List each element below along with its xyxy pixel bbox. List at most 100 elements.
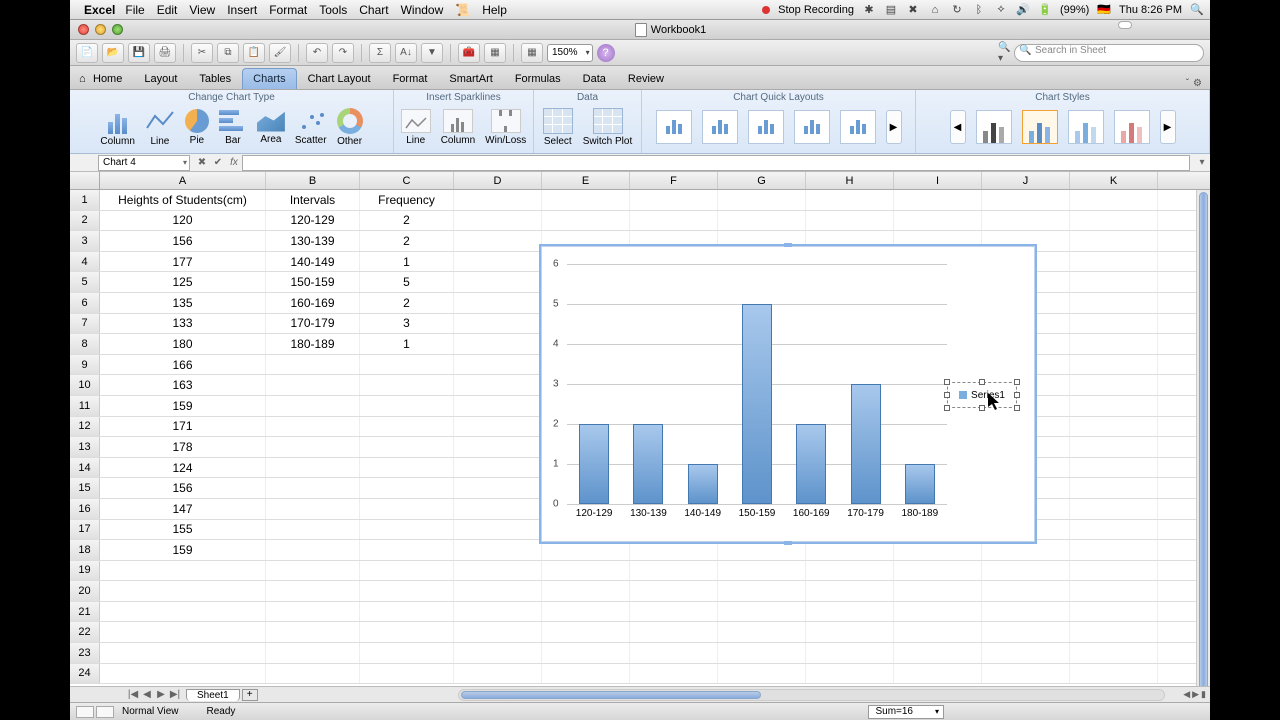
column-header[interactable]: C [360, 172, 454, 189]
row-header[interactable]: 21 [70, 602, 100, 622]
cell[interactable] [454, 252, 542, 272]
cell[interactable] [1070, 314, 1158, 334]
cell[interactable] [894, 211, 982, 231]
cell[interactable] [894, 643, 982, 663]
cell[interactable] [360, 643, 454, 663]
sparkline-winloss[interactable]: Win/Loss [485, 109, 526, 146]
toolbox-button[interactable]: 🧰 [458, 43, 480, 63]
cell[interactable] [360, 417, 454, 437]
help-button[interactable]: ? [597, 44, 615, 62]
cell[interactable] [806, 581, 894, 601]
script-menu-icon[interactable]: 📜 [455, 3, 470, 17]
cell[interactable] [266, 622, 360, 642]
cell[interactable] [630, 622, 718, 642]
row-header[interactable]: 22 [70, 622, 100, 642]
menu-chart[interactable]: Chart [359, 3, 388, 17]
cell[interactable]: 159 [100, 396, 266, 416]
menu-help[interactable]: Help [482, 3, 507, 17]
menu-edit[interactable]: Edit [157, 3, 178, 17]
cell[interactable] [1070, 458, 1158, 478]
cell[interactable] [718, 643, 806, 663]
cell[interactable] [360, 375, 454, 395]
chart-type-bar[interactable]: Bar [219, 109, 247, 146]
cell[interactable] [894, 622, 982, 642]
cell[interactable]: 2 [360, 293, 454, 313]
cell[interactable] [894, 602, 982, 622]
cell[interactable]: 2 [360, 211, 454, 231]
chart-resize-handle[interactable] [784, 243, 792, 247]
cell[interactable] [266, 664, 360, 684]
cell[interactable] [806, 211, 894, 231]
cell[interactable] [454, 520, 542, 540]
cell[interactable] [360, 581, 454, 601]
cell[interactable] [1070, 293, 1158, 313]
wifi-icon[interactable]: ⟡ [994, 3, 1008, 17]
cell[interactable] [454, 581, 542, 601]
cell[interactable] [360, 561, 454, 581]
cell[interactable] [360, 664, 454, 684]
cell[interactable]: 160-169 [266, 293, 360, 313]
menu-file[interactable]: File [125, 3, 144, 17]
name-box[interactable]: Chart 4 [98, 155, 190, 171]
cell[interactable]: 170-179 [266, 314, 360, 334]
cell[interactable] [1070, 417, 1158, 437]
cell[interactable] [454, 437, 542, 457]
cell[interactable] [454, 231, 542, 251]
cell[interactable]: 130-139 [266, 231, 360, 251]
cell[interactable] [718, 581, 806, 601]
toolbar-toggle-button[interactable] [1118, 21, 1132, 29]
cell[interactable] [266, 643, 360, 663]
row-header[interactable]: 6 [70, 293, 100, 313]
cell[interactable] [100, 643, 266, 663]
cell[interactable] [542, 581, 630, 601]
undo-button[interactable]: ↶ [306, 43, 328, 63]
cell[interactable] [718, 190, 806, 210]
window-zoom-button[interactable] [112, 24, 123, 35]
row-header[interactable]: 1 [70, 190, 100, 210]
format-painter-button[interactable]: 🖌 [269, 43, 291, 63]
tab-layout[interactable]: Layout [133, 68, 188, 89]
column-header[interactable]: D [454, 172, 542, 189]
cell[interactable] [1070, 478, 1158, 498]
cell[interactable]: Intervals [266, 190, 360, 210]
cell[interactable] [454, 211, 542, 231]
search-dropdown-icon[interactable]: 🔍▾ [998, 43, 1014, 63]
cell[interactable]: 120 [100, 211, 266, 231]
cell[interactable] [630, 190, 718, 210]
row-header[interactable]: 4 [70, 252, 100, 272]
autosum-button[interactable]: Σ [369, 43, 391, 63]
sparkline-column[interactable]: Column [441, 109, 475, 146]
chart-type-pie[interactable]: Pie [185, 109, 209, 146]
sheet-nav-last[interactable]: ▶| [168, 689, 182, 700]
cell[interactable] [806, 190, 894, 210]
row-header[interactable]: 12 [70, 417, 100, 437]
chart-style-option[interactable] [1022, 110, 1058, 144]
cell[interactable]: 150-159 [266, 272, 360, 292]
cell[interactable] [266, 499, 360, 519]
row-header[interactable]: 14 [70, 458, 100, 478]
row-header[interactable]: 17 [70, 520, 100, 540]
data-select[interactable]: Select [543, 108, 573, 147]
column-header[interactable]: J [982, 172, 1070, 189]
tab-tables[interactable]: Tables [188, 68, 242, 89]
volume-icon[interactable]: 🔊 [1016, 3, 1030, 17]
copy-button[interactable]: ⧉ [217, 43, 239, 63]
column-header[interactable]: K [1070, 172, 1158, 189]
cell[interactable] [806, 643, 894, 663]
hscroll-right-icon[interactable]: ▶ [1192, 689, 1199, 700]
tab-smartart[interactable]: SmartArt [438, 68, 503, 89]
stop-recording-button[interactable]: Stop Recording [778, 4, 854, 16]
cell[interactable] [982, 581, 1070, 601]
column-header[interactable]: G [718, 172, 806, 189]
print-button[interactable]: 🖨 [154, 43, 176, 63]
cell[interactable] [1070, 643, 1158, 663]
chart-bar[interactable] [579, 424, 609, 504]
cell[interactable] [266, 520, 360, 540]
row-header[interactable]: 24 [70, 664, 100, 684]
cell[interactable] [360, 622, 454, 642]
hscroll-left-icon[interactable]: ◀ [1183, 689, 1190, 700]
chart-style-option[interactable] [976, 110, 1012, 144]
chart-type-line[interactable]: Line [145, 108, 175, 147]
add-sheet-button[interactable]: + [242, 689, 258, 701]
menu-tools[interactable]: Tools [319, 3, 347, 17]
